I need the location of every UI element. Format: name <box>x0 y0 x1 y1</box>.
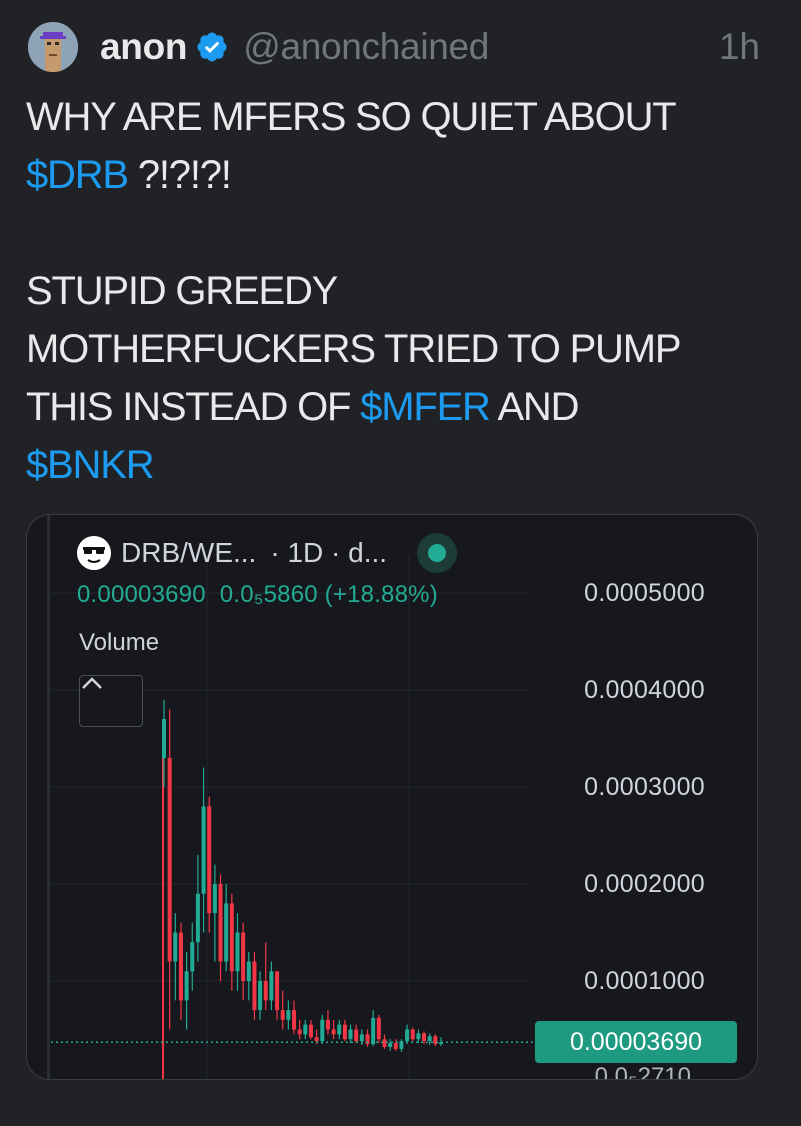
candle-body <box>178 932 183 1001</box>
candle-body <box>229 903 234 972</box>
candle-body <box>269 971 274 1001</box>
candle-body <box>275 971 280 1011</box>
candle-body <box>422 1033 427 1042</box>
y-tick-label: 0.0005000 <box>584 579 705 607</box>
tweet-header: anon @anonchained 1h <box>100 22 760 72</box>
candle-body <box>292 1010 297 1030</box>
candle-body <box>320 1019 325 1042</box>
candle-body <box>325 1019 330 1030</box>
y-tick-label: 0.0001000 <box>584 967 705 995</box>
candle-body <box>410 1029 415 1040</box>
candle-body <box>405 1029 410 1042</box>
chart-ohlc: 0.00003690 0.0₅5860 (+18.88%) <box>77 581 438 609</box>
cashtag-bnkr[interactable]: $BNKR <box>26 443 155 487</box>
pixel-punk-avatar-icon <box>28 22 78 72</box>
verified-badge-icon <box>197 32 227 62</box>
candle-body <box>212 884 217 914</box>
candle-body <box>184 971 189 1001</box>
timestamp[interactable]: 1h <box>719 26 760 68</box>
candle-body <box>371 1017 376 1045</box>
y-tick-label: 0.0003000 <box>584 773 705 801</box>
collapse-button[interactable] <box>79 675 143 727</box>
candle-body <box>297 1029 302 1035</box>
candle-body <box>246 961 251 981</box>
candle-body <box>354 1029 359 1042</box>
candle-body <box>382 1039 387 1047</box>
candle-body <box>173 932 178 962</box>
candle-body <box>308 1024 313 1038</box>
candle-body <box>252 961 257 1011</box>
avatar[interactable] <box>28 22 78 72</box>
chart-symbol: DRB/WE... <box>121 537 257 568</box>
candle-body <box>303 1024 308 1035</box>
y-tick-label: 0.0004000 <box>584 676 705 704</box>
author-name[interactable]: anon <box>100 26 187 68</box>
tweet-text-part: AND <box>489 385 579 429</box>
candle-body <box>201 806 206 894</box>
sunglasses-face-icon <box>77 536 111 570</box>
candle-body <box>224 903 229 962</box>
y-tick-label: 0.0002000 <box>584 870 705 898</box>
candle-body <box>416 1033 421 1040</box>
y-tick-label-cut: 0.0₅2710 <box>594 1063 691 1080</box>
tweet[interactable]: anon @anonchained 1h WHY ARE MFERS SO QU… <box>0 0 801 1126</box>
tweet-text-part: STUPID GREEDY MOTHERFUCKERS TRIED TO PUM… <box>26 269 682 429</box>
candle-body <box>241 932 246 981</box>
candle-body <box>162 719 166 758</box>
tweet-text-part: WHY ARE MFERS SO QUIET ABOUT <box>26 95 685 139</box>
candle-body <box>337 1024 342 1035</box>
candle-body <box>331 1029 336 1035</box>
candle-body <box>286 1010 291 1020</box>
cashtag-mfer[interactable]: $MFER <box>360 385 491 429</box>
candle-body <box>342 1024 347 1040</box>
candle-body <box>388 1043 393 1047</box>
candle-body <box>195 893 200 943</box>
cashtag-drb[interactable]: $DRB <box>26 153 129 197</box>
candle-body <box>218 884 223 962</box>
author-handle[interactable]: @anonchained <box>243 26 489 68</box>
chart-title-row: DRB/WE... · 1D · d... <box>77 533 458 573</box>
tweet-text: WHY ARE MFERS SO QUIET ABOUT $DRB ?!?!?!… <box>26 88 766 494</box>
live-status-icon <box>417 533 458 573</box>
candle-body <box>190 942 195 972</box>
candle-body <box>280 1010 285 1020</box>
candle-body <box>359 1034 364 1042</box>
candle-body <box>427 1036 432 1042</box>
candle-body <box>167 757 172 962</box>
ohlc-open: 0.00003690 <box>77 581 206 608</box>
volume-label: Volume <box>79 629 160 656</box>
candle-body <box>235 932 240 972</box>
candle-body <box>376 1017 381 1040</box>
ohlc-change: 0.0₅5860 (+18.88%) <box>219 581 438 608</box>
tweet-text-part: ?!?!?! <box>127 153 232 197</box>
chart-image[interactable]: DRB/WE... · 1D · d... 0.00003690 0.0₅5860… <box>26 514 758 1080</box>
last-price-tag: 0.00003690 <box>535 1021 737 1063</box>
candle-body <box>348 1029 353 1040</box>
candle-body <box>393 1043 398 1049</box>
candle-body <box>258 981 263 1011</box>
chevron-up-icon <box>82 677 102 689</box>
candle-body <box>207 806 212 914</box>
candle-body <box>314 1037 319 1042</box>
candle-body <box>263 981 268 1001</box>
chart-interval: · 1D · d... <box>270 537 388 568</box>
